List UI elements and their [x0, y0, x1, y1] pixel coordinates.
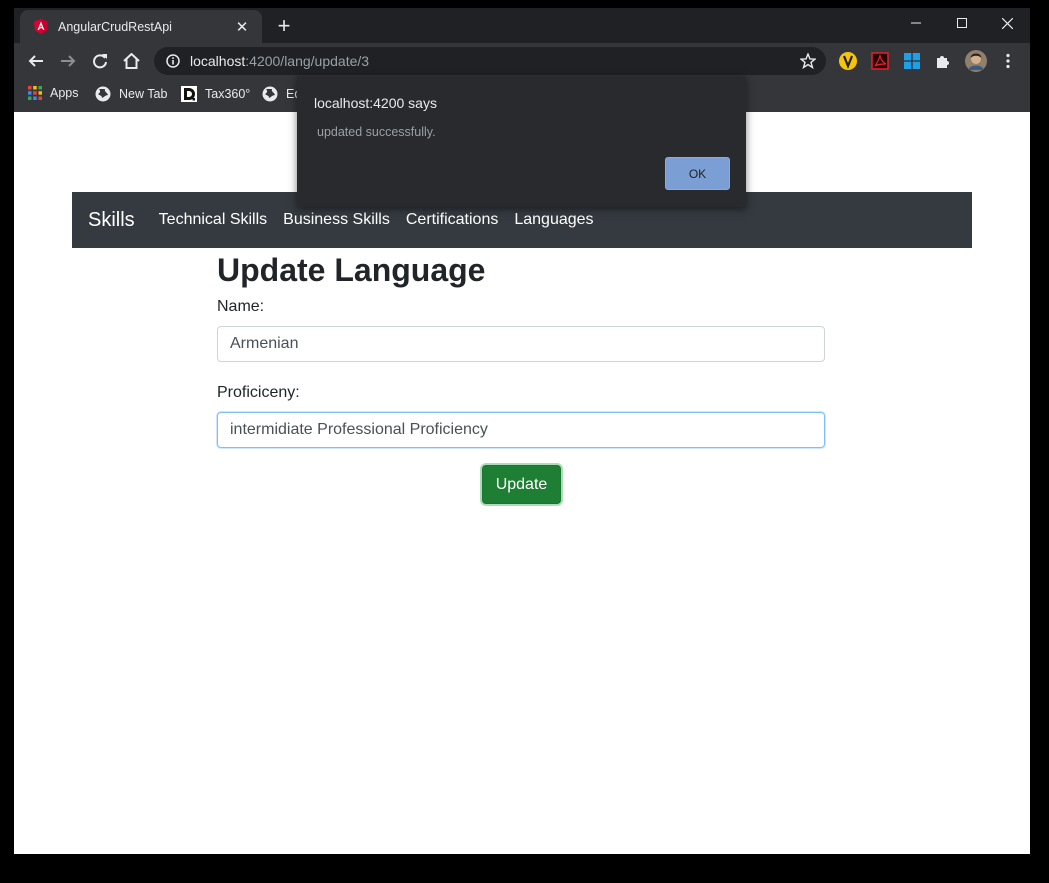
bookmark-apps[interactable]: Apps: [28, 86, 79, 100]
bookmark-label: New Tab: [119, 87, 168, 101]
minimize-icon[interactable]: [893, 8, 939, 38]
page-content: Skills Technical Skills Business Skills …: [14, 112, 1030, 854]
navbar-brand[interactable]: Skills: [88, 209, 135, 232]
bookmark-new-tab[interactable]: New Tab: [95, 86, 167, 102]
browser-tab[interactable]: AngularCrudRestApi ✕: [20, 10, 262, 43]
bookmark-tax360[interactable]: Tax360°: [181, 86, 250, 102]
info-icon[interactable]: [166, 54, 180, 68]
back-arrow-icon[interactable]: [23, 48, 49, 74]
home-icon[interactable]: [118, 48, 144, 74]
browser-toolbar: localhost:4200/lang/update/3: [14, 43, 1030, 79]
d-logo-icon: [181, 86, 197, 102]
nav-link-certifications[interactable]: Certifications: [406, 211, 498, 229]
nav-link-business-skills[interactable]: Business Skills: [283, 211, 390, 229]
bookmark-star-icon[interactable]: [800, 53, 816, 69]
globe-icon: [262, 86, 278, 102]
forward-arrow-icon[interactable]: [55, 48, 81, 74]
name-input[interactable]: [217, 326, 825, 362]
puzzle-extensions-icon[interactable]: [933, 51, 953, 71]
maximize-icon[interactable]: [939, 8, 985, 38]
window-close-icon[interactable]: [984, 8, 1030, 38]
apps-grid-icon: [28, 86, 42, 100]
angular-icon: [34, 19, 48, 34]
address-bar[interactable]: localhost:4200/lang/update/3: [154, 47, 826, 75]
tab-title: AngularCrudRestApi: [58, 19, 172, 34]
url-text: localhost:4200/lang/update/3: [190, 53, 370, 69]
bookmark-label: Tax360°: [205, 87, 251, 101]
proficiency-input[interactable]: [217, 412, 825, 448]
ok-button[interactable]: OK: [665, 157, 730, 190]
update-button[interactable]: Update: [482, 465, 561, 504]
name-label: Name:: [217, 298, 265, 315]
page-title: Update Language: [217, 252, 486, 288]
tab-strip: AngularCrudRestApi ✕ +: [14, 8, 1030, 43]
dialog-message: updated successfully.: [317, 125, 436, 139]
menu-kebab-icon[interactable]: [998, 51, 1018, 71]
proficiency-label: Proficiceny:: [217, 384, 300, 401]
tab-close-icon[interactable]: ✕: [234, 18, 250, 36]
avatar[interactable]: [964, 49, 988, 73]
nav-link-technical-skills[interactable]: Technical Skills: [159, 211, 267, 229]
nav-link-languages[interactable]: Languages: [514, 211, 593, 229]
bookmark-label: Apps: [50, 86, 79, 100]
reload-icon[interactable]: [87, 48, 113, 74]
alert-dialog: localhost:4200 says updated successfully…: [297, 76, 746, 207]
pdf-extension-icon[interactable]: [870, 51, 890, 71]
browser-window: AngularCrudRestApi ✕ + localhost:4200/la…: [14, 8, 1030, 854]
bookmark-ed[interactable]: Ed: [262, 86, 301, 102]
v-extension-icon[interactable]: [838, 51, 858, 71]
globe-icon: [95, 86, 111, 102]
windows-extension-icon[interactable]: [902, 51, 922, 71]
dialog-title: localhost:4200 says: [314, 95, 437, 111]
new-tab-button[interactable]: +: [272, 15, 296, 37]
